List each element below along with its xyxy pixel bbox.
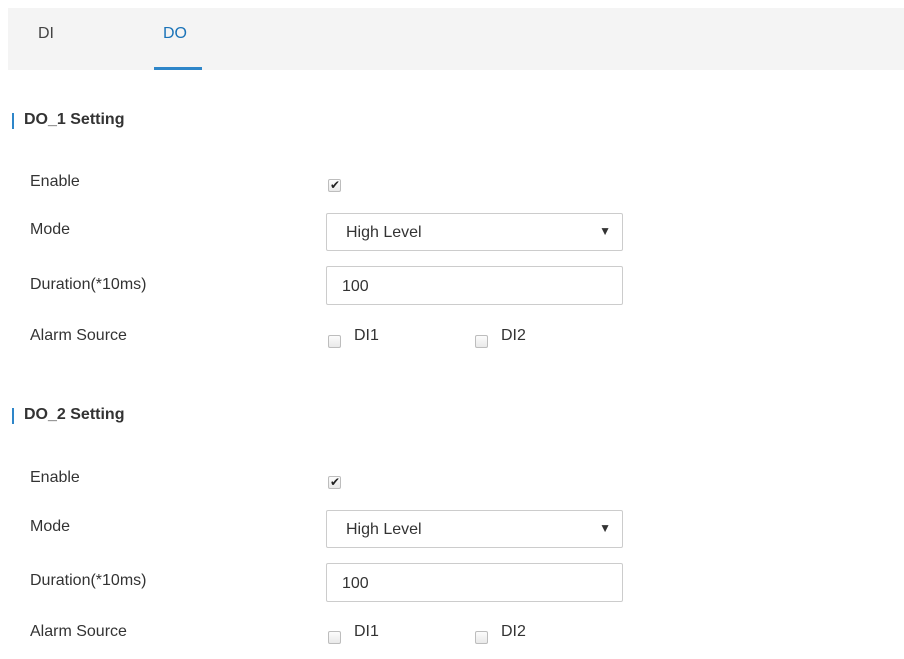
mode-select-value: High Level — [346, 224, 422, 241]
duration-input-do1[interactable]: 100 — [326, 266, 623, 305]
alarm-source-label: Alarm Source — [30, 327, 127, 344]
active-tab-indicator — [154, 67, 202, 70]
alarm-di2-label: DI2 — [501, 623, 526, 640]
section-title-text: DO_2 Setting — [24, 406, 125, 423]
alarm-di1-label: DI1 — [354, 623, 379, 640]
tab-do[interactable]: DO — [163, 25, 187, 43]
section-title-text: DO_1 Setting — [24, 111, 125, 128]
alarm-di2-checkbox-do2[interactable] — [475, 631, 488, 644]
section-accent-bar — [12, 113, 14, 129]
alarm-di2-checkbox-do1[interactable] — [475, 335, 488, 348]
checkmark-icon: ✔ — [330, 178, 341, 192]
tab-di[interactable]: DI — [38, 25, 54, 43]
enable-checkbox-do2[interactable]: ✔ — [328, 475, 341, 489]
dropdown-arrow-icon: ▼ — [599, 521, 611, 535]
enable-checkbox-do1[interactable]: ✔ — [328, 178, 341, 192]
duration-input-value: 100 — [342, 278, 369, 295]
mode-select-do2[interactable]: High Level ▼ — [326, 510, 623, 548]
mode-label: Mode — [30, 518, 71, 535]
alarm-di1-label: DI1 — [354, 327, 379, 344]
duration-label: Duration(*10ms) — [30, 572, 147, 589]
duration-input-do2[interactable]: 100 — [326, 563, 623, 602]
mode-select-do1[interactable]: High Level ▼ — [326, 213, 623, 251]
mode-select-value: High Level — [346, 521, 422, 538]
tab-bar: DI DO — [8, 8, 904, 70]
enable-label: Enable — [30, 173, 80, 190]
duration-input-value: 100 — [342, 575, 369, 592]
checkmark-icon: ✔ — [330, 475, 341, 489]
enable-label: Enable — [30, 469, 80, 486]
dropdown-arrow-icon: ▼ — [599, 224, 611, 238]
section-accent-bar — [12, 408, 14, 424]
alarm-di2-label: DI2 — [501, 327, 526, 344]
alarm-di1-checkbox-do2[interactable] — [328, 631, 341, 644]
alarm-source-label: Alarm Source — [30, 623, 127, 640]
duration-label: Duration(*10ms) — [30, 276, 147, 293]
alarm-di1-checkbox-do1[interactable] — [328, 335, 341, 348]
mode-label: Mode — [30, 221, 71, 238]
